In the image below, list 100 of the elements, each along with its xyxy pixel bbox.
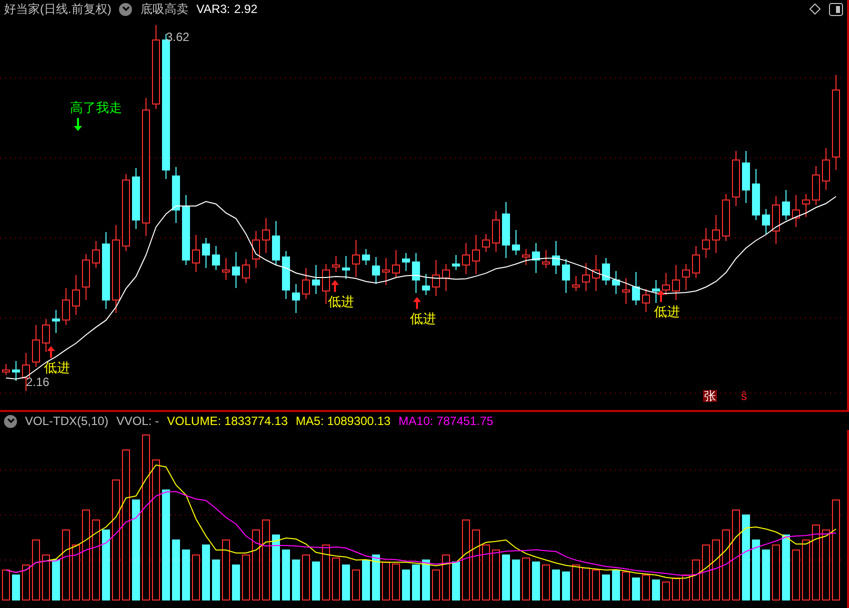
candlestick <box>672 264 680 300</box>
indicator-reading: VOLUME: 1833774.13 <box>167 413 288 430</box>
indicator-name: 底吸高卖 <box>140 1 188 18</box>
candlestick <box>462 242 470 274</box>
candlestick <box>242 258 250 284</box>
up-arrow-icon <box>412 297 422 309</box>
candlestick <box>52 310 60 334</box>
candlestick <box>612 270 620 294</box>
candlestick <box>452 254 460 270</box>
candlestick <box>532 242 540 274</box>
candlestick <box>332 256 340 272</box>
dropdown-icon[interactable] <box>119 2 132 16</box>
candlestick <box>812 166 820 206</box>
indicator-reading: MA5: 1089300.13 <box>296 413 391 430</box>
candlestick <box>222 258 230 280</box>
candlestick <box>182 194 190 266</box>
candlestick <box>602 258 610 286</box>
candlestick <box>132 168 140 230</box>
candlestick <box>382 258 390 286</box>
chart-title: 好当家(日线.前复权) <box>4 1 112 18</box>
candlestick <box>312 264 320 294</box>
candlestick <box>92 240 100 268</box>
low-price-label: 2.16 <box>26 374 50 391</box>
candlestick <box>12 360 20 382</box>
candlestick <box>342 256 350 280</box>
candlestick <box>652 280 660 304</box>
candlestick <box>422 274 430 296</box>
candlestick <box>752 168 760 220</box>
candlestick <box>442 264 450 292</box>
candlestick <box>262 218 270 254</box>
up-arrow-icon <box>330 280 340 292</box>
candlestick <box>642 288 650 312</box>
candlestick <box>712 214 720 254</box>
up-arrow-icon <box>46 346 56 358</box>
candlestick <box>212 246 220 270</box>
indicator-reading: VVOL: - <box>116 413 160 430</box>
signal-label: 高了我走 <box>70 99 122 117</box>
candlestick <box>432 260 440 296</box>
candlestick <box>692 246 700 278</box>
candlestick <box>282 250 290 300</box>
candlestick <box>562 258 570 294</box>
candlestick <box>202 238 210 268</box>
candlestick <box>822 148 830 190</box>
candlestick <box>522 248 530 266</box>
diamond-icon[interactable] <box>809 3 821 15</box>
candlestick <box>252 230 260 268</box>
marker-label: 张 <box>703 390 717 402</box>
candlestick <box>572 276 580 292</box>
candlestick <box>592 254 600 292</box>
candlestick <box>782 190 790 220</box>
candlestick <box>322 264 330 304</box>
candlestick <box>412 252 420 294</box>
candlestick <box>372 256 380 284</box>
up-arrow-icon <box>656 290 666 302</box>
candlestick <box>792 194 800 228</box>
signal-label: 低进 <box>410 310 436 328</box>
candlestick <box>772 196 780 244</box>
candlestick <box>762 208 770 234</box>
candlestick <box>702 228 710 258</box>
high-price-label: 3.62 <box>166 29 190 46</box>
candlestick <box>352 240 360 278</box>
candlestick <box>542 250 550 268</box>
indicator-reading: MA10: 787451.75 <box>398 413 494 430</box>
candlestick <box>582 262 590 292</box>
candlestick <box>722 194 730 242</box>
candlestick <box>392 250 400 278</box>
signal-label: 低进 <box>654 303 680 321</box>
candlestick <box>742 150 750 204</box>
candlestick <box>482 234 490 252</box>
candlestick <box>492 210 500 252</box>
candlestick <box>512 230 520 256</box>
panel-toggle-icon[interactable] <box>829 2 843 16</box>
candlestick <box>232 252 240 288</box>
candlestick <box>732 150 740 206</box>
candlestick <box>272 220 280 266</box>
candlestick <box>662 272 670 296</box>
candlestick <box>292 284 300 314</box>
dropdown-icon[interactable] <box>4 414 17 428</box>
candlestick <box>32 324 40 368</box>
candlestick <box>302 268 310 300</box>
candlestick <box>472 234 480 274</box>
candlestick <box>42 318 50 352</box>
candlestick <box>552 240 560 274</box>
candlestick <box>682 264 690 290</box>
signal-label: 低进 <box>44 359 70 377</box>
down-arrow-icon <box>73 118 83 132</box>
candlestick <box>802 194 810 218</box>
candlestick <box>632 272 640 306</box>
indicator-name: VOL-TDX(5,10) <box>25 413 108 430</box>
candlestick <box>82 254 90 300</box>
candlestick <box>402 252 410 272</box>
candlestick <box>62 288 70 326</box>
signal-label: 低进 <box>328 293 354 311</box>
candlestick <box>192 234 200 272</box>
candlestick <box>72 274 80 316</box>
candlestick <box>502 202 510 258</box>
candlestick <box>622 278 630 304</box>
var-label: VAR3: <box>196 1 230 18</box>
marker-label: ŝ <box>741 390 747 402</box>
candlestick <box>362 248 370 266</box>
